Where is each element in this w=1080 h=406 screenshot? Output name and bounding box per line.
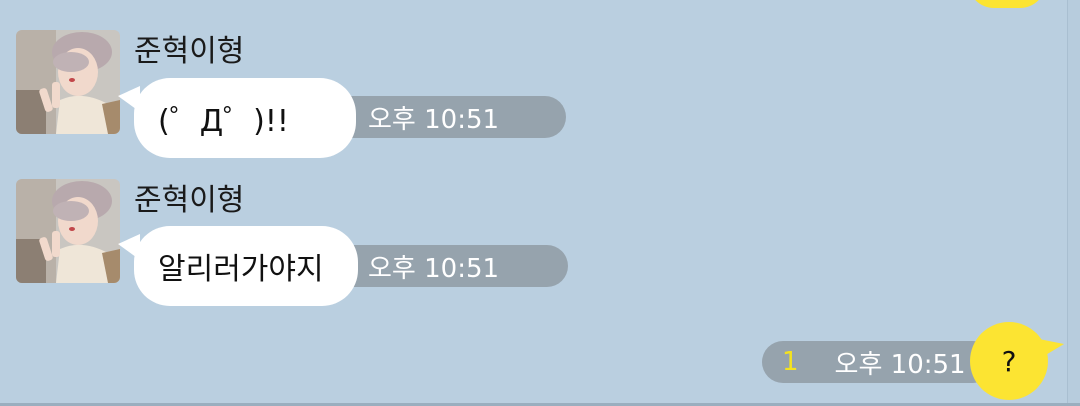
message-bubble[interactable]: 알리러가야지 [134, 226, 358, 306]
time-label: 오후 10:51 [834, 349, 966, 380]
message-text: (゜Д゜)!! [158, 104, 289, 139]
message-time: 오후 10:51 [332, 245, 568, 287]
previous-message-bubble[interactable] [968, 0, 1046, 8]
message-bubble[interactable]: (゜Д゜)!! [134, 78, 356, 158]
sender-name: 준혁이형 [134, 34, 245, 69]
time-label: 오후 10:51 [368, 104, 500, 135]
message-text: ? [1001, 344, 1017, 378]
my-message-bubble[interactable]: ? [970, 322, 1048, 400]
message-text: 알리러가야지 [158, 252, 324, 287]
avatar[interactable] [16, 30, 120, 134]
scrollbar[interactable] [1067, 0, 1080, 403]
chat-area[interactable]: 준혁이형 (゜Д゜)!! 오후 10:51 준혁이형 알리러가야지 오후 10:… [0, 0, 1068, 403]
unread-count: 1 [782, 347, 799, 377]
my-message-meta: 1 오후 10:51 [762, 341, 994, 383]
message-time: 오후 10:51 [330, 96, 566, 138]
avatar[interactable] [16, 179, 120, 283]
time-label: 오후 10:51 [368, 253, 500, 284]
sender-name: 준혁이형 [134, 183, 245, 218]
